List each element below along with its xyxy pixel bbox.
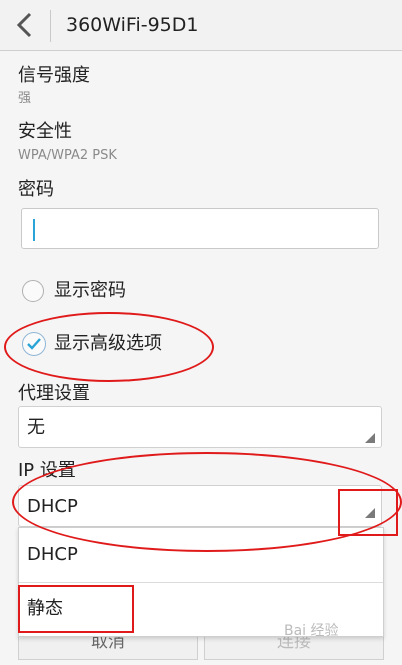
proxy-spinner[interactable]: 无 (18, 406, 382, 448)
show-password-checkbox[interactable]: 显示密码 (22, 278, 222, 304)
ip-option-label: DHCP (27, 544, 78, 565)
annotation-box-static (18, 585, 134, 633)
signal-strength-label: 信号强度 (18, 65, 90, 86)
action-bar: 360WiFi-95D1 (0, 0, 402, 51)
show-password-label: 显示密码 (54, 280, 126, 301)
text-caret (33, 219, 35, 241)
security-value: WPA/WPA2 PSK (18, 148, 117, 163)
proxy-settings-label: 代理设置 (18, 383, 90, 404)
password-input[interactable] (21, 208, 379, 249)
password-label: 密码 (18, 179, 54, 200)
checkbox-unchecked-icon (22, 280, 44, 302)
proxy-selected-value: 无 (27, 417, 45, 438)
back-arrow-icon[interactable] (14, 12, 36, 38)
security-label: 安全性 (18, 121, 72, 142)
annotation-ellipse-advanced (4, 312, 214, 382)
annotation-box-triangle (338, 489, 398, 536)
page-title: 360WiFi-95D1 (66, 14, 199, 36)
watermark: Bai 经验 (284, 623, 339, 639)
header-divider (50, 10, 51, 42)
signal-strength-value: 强 (18, 91, 32, 106)
dropdown-triangle-icon (365, 433, 375, 443)
